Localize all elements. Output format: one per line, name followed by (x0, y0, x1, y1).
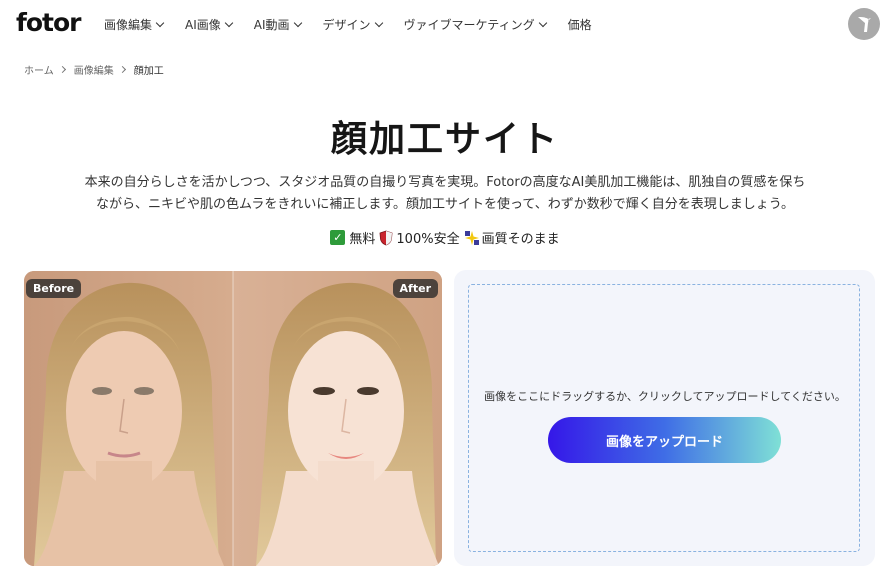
nav-item-vibe-marketing[interactable]: ヴァイブマーケティング (403, 16, 547, 33)
nav-item-label: 画像編集 (104, 18, 153, 32)
feature-label: 画質そのまま (481, 232, 560, 247)
before-label: Before (26, 279, 82, 298)
upload-panel: 画像をここにドラッグするか、クリックしてアップロードしてください。 画像をアップ… (454, 270, 875, 566)
chevron-down-icon (224, 18, 234, 27)
chevron-right-icon (58, 65, 66, 74)
description-line: 本来の自分らしさを活かしつつ、スタジオ品質の自撮り写真を実現。Fotorの高度な… (84, 175, 806, 190)
breadcrumb-current: 顔加工 (133, 66, 164, 77)
after-label: After (392, 279, 438, 298)
page-description: 本来の自分らしさを活かしつつ、スタジオ品質の自撮り写真を実現。Fotorの高度な… (60, 172, 830, 216)
nav-item-label: ヴァイブマーケティング (403, 18, 535, 32)
nav-item-design[interactable]: デザイン (322, 16, 383, 33)
dropzone-instruction: 画像をここにドラッグするか、クリックしてアップロードしてください。 (484, 390, 846, 403)
nav-item-label: AI動画 (253, 18, 290, 32)
description-line: ながら、ニキビや肌の色ムラをきれいに補正します。顔加工サイトを使って、わずか数秒… (96, 197, 794, 212)
after-face (256, 282, 439, 566)
chevron-down-icon (293, 18, 302, 27)
before-after-image: Before After (24, 271, 442, 566)
nav-item-ai-image[interactable]: AI画像 (185, 16, 234, 33)
breadcrumb-home[interactable]: ホーム (24, 62, 54, 77)
feature-label: 無料 (349, 232, 376, 247)
breadcrumb-image-edit[interactable]: 画像編集 (74, 62, 114, 77)
comparison-photo (24, 271, 442, 566)
sparkle-icon (464, 230, 479, 245)
chevron-down-icon (155, 18, 165, 27)
feature-free: ✓ 無料 (330, 228, 375, 247)
before-face (34, 282, 224, 566)
chevron-down-icon (538, 18, 547, 27)
fotor-logo[interactable]: fotor (16, 8, 82, 37)
chevron-right-icon (118, 65, 126, 74)
page-title: 顔加工サイト (330, 119, 559, 160)
nav-item-image-edit[interactable]: 画像編集 (104, 16, 165, 33)
bird-icon (858, 17, 871, 32)
upload-image-button[interactable]: 画像をアップロード (548, 417, 781, 463)
feature-quality: 画質そのまま (464, 228, 560, 247)
check-icon: ✓ (330, 230, 346, 245)
chevron-down-icon (374, 18, 383, 27)
feature-list: ✓ 無料 100%安全 画質そのまま (0, 228, 890, 247)
nav-item-label: 価格 (567, 18, 592, 32)
upload-dropzone[interactable]: 画像をここにドラッグするか、クリックしてアップロードしてください。 画像をアップ… (468, 284, 860, 552)
avatar[interactable] (848, 8, 880, 40)
breadcrumb: ホーム 画像編集 顔加工 (24, 62, 164, 77)
top-header: fotor 画像編集 AI画像 AI動画 デザイン ヴァイブマーケティング 価格 (0, 0, 890, 50)
main-nav: 画像編集 AI画像 AI動画 デザイン ヴァイブマーケティング 価格 (104, 16, 614, 33)
feature-label: 100%安全 (396, 232, 460, 247)
feature-safe: 100%安全 (379, 228, 460, 247)
nav-item-label: AI画像 (185, 18, 221, 32)
shield-icon (379, 230, 393, 245)
nav-item-ai-video[interactable]: AI動画 (253, 16, 302, 33)
nav-item-pricing[interactable]: 価格 (568, 16, 592, 33)
nav-item-label: デザイン (322, 18, 371, 32)
